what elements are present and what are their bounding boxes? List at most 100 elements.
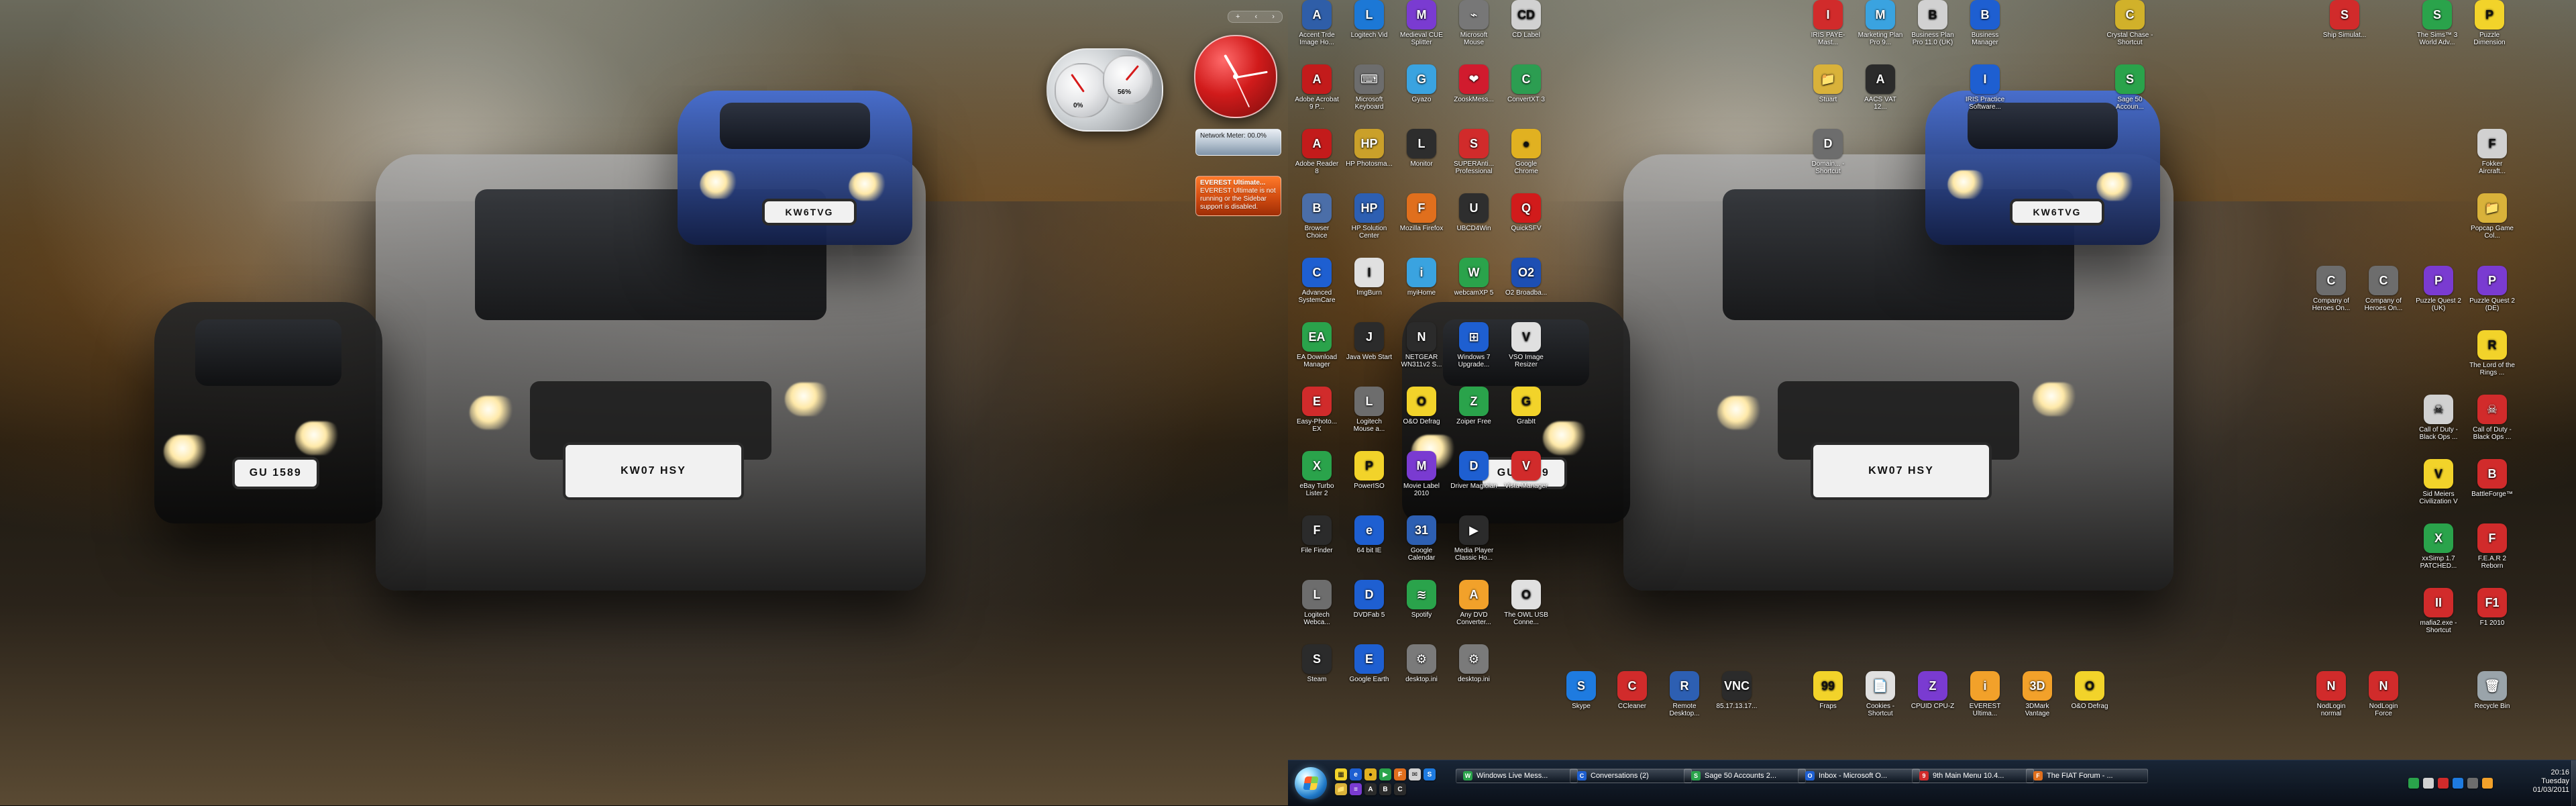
any-dvd-converter-icon[interactable]: A Any DVD Converter... (1450, 580, 1497, 626)
tray-usb-icon[interactable] (2467, 778, 2478, 789)
ubcd4win-icon[interactable]: U UBCD4Win (1450, 193, 1497, 232)
business-plan-pro-icon[interactable]: B Business Plan Pro 11.0 (UK) (1909, 0, 1956, 46)
myihome-icon[interactable]: i myiHome (1398, 258, 1445, 297)
everest-gadget[interactable]: EVEREST Ultimate... EVEREST Ultimate is … (1195, 176, 1281, 216)
recycle-bin-icon[interactable]: 🗑 Recycle Bin (2469, 671, 2516, 710)
ql-media-icon[interactable]: ▶ (1379, 768, 1391, 780)
aacs-vat-icon[interactable]: A AACS VAT 12... (1857, 64, 1904, 111)
desktop-ini-icon-2[interactable]: ⚙ desktop.ini (1450, 644, 1497, 683)
f1-2010-icon[interactable]: F1 F1 2010 (2469, 588, 2516, 627)
company-heroes-1-icon[interactable]: C Company of Heroes On... (2308, 266, 2355, 312)
sidebar-add-gadget-button[interactable]: + (1236, 13, 1240, 21)
zoiper-free-icon[interactable]: Z Zoiper Free (1450, 387, 1497, 425)
cpuid-cpuz-icon[interactable]: Z CPUID CPU-Z (1909, 671, 1956, 710)
task-sage-50[interactable]: S Sage 50 Accounts 2... (1684, 768, 1806, 783)
business-manager-icon[interactable]: B Business Manager (1962, 0, 2008, 46)
media-player-classic-icon[interactable]: ▶ Media Player Classic Ho... (1450, 515, 1497, 562)
ql-mail-icon[interactable]: ✉ (1409, 768, 1421, 780)
xsimp-icon[interactable]: XxxSimp 1.7 PATCHED... (2415, 523, 2462, 570)
puzzle-quest2-de-icon[interactable]: P Puzzle Quest 2 (DE) (2469, 266, 2516, 312)
puzzle-dimension-icon[interactable]: P Puzzle Dimension (2466, 0, 2513, 46)
stuart-folder-icon[interactable]: 📁 Stuart (1805, 64, 1851, 103)
odefrag-2-icon[interactable]: O O&O Defrag (2066, 671, 2113, 710)
gyazo-icon[interactable]: G Gyazo (1398, 64, 1445, 103)
ie64-icon[interactable]: e 64 bit IE (1346, 515, 1393, 554)
nodlogin-normal-icon[interactable]: N NodLogin normal (2308, 671, 2355, 717)
cd-label-icon[interactable]: CD CD Label (1503, 0, 1550, 39)
odefrag-icon[interactable]: O O&O Defrag (1398, 387, 1445, 425)
task-conversations[interactable]: C Conversations (2) (1570, 768, 1692, 783)
desktop-ini-icon-1[interactable]: ⚙ desktop.ini (1398, 644, 1445, 683)
logitech-mouse-icon[interactable]: L Logitech Mouse a... (1346, 387, 1393, 433)
ql-firefox-icon[interactable]: F (1394, 768, 1406, 780)
ql-chrome-icon[interactable]: ● (1364, 768, 1377, 780)
spotify-icon[interactable]: ≋ Spotify (1398, 580, 1445, 619)
the-sims3-icon[interactable]: S The Sims™ 3 World Adv... (2414, 0, 2461, 46)
sage-50-icon[interactable]: S Sage 50 Accoun... (2106, 64, 2153, 111)
tray-volume-icon[interactable] (2423, 778, 2434, 789)
battleforge-icon[interactable]: B BattleForge™ (2469, 459, 2516, 498)
google-calendar-icon[interactable]: 31 Google Calendar (1398, 515, 1445, 562)
java-web-start-icon[interactable]: J Java Web Start (1346, 322, 1393, 361)
lenovo-monitor-icon[interactable]: L Monitor (1398, 129, 1445, 168)
3dmark-icon[interactable]: 3D 3DMark Vantage (2014, 671, 2061, 717)
company-heroes-2-icon[interactable]: C Company of Heroes On... (2360, 266, 2407, 312)
hp-photosmart-icon[interactable]: HP HP Photosma... (1346, 129, 1393, 168)
ql-ie-icon[interactable]: e (1350, 768, 1362, 780)
superantispyware-icon[interactable]: S SUPERAnti... Professional (1450, 129, 1497, 175)
steam-icon[interactable]: S Steam (1293, 644, 1340, 683)
quicksfv-icon[interactable]: Q QuickSFV (1503, 193, 1550, 232)
taskbar-clock[interactable]: 20:16 Tuesday 01/03/2011 (2508, 768, 2569, 795)
grabit-icon[interactable]: G GrabIt (1503, 387, 1550, 425)
ebay-turbo-lister-icon[interactable]: XeBay Turbo Lister 2 (1293, 451, 1340, 497)
marketing-plan-pro-icon[interactable]: M Marketing Plan Pro 9... (1857, 0, 1904, 46)
accent-image-icon[interactable]: A Accent Trde Image Ho... (1293, 0, 1340, 46)
crystal-chase-icon[interactable]: C Crystal Chase - Shortcut (2106, 0, 2153, 46)
ql-app2-icon[interactable]: B (1379, 783, 1391, 795)
logitech-vid-icon[interactable]: L Logitech Vid (1346, 0, 1393, 39)
lord-rings-icon[interactable]: R The Lord of the Rings ... (2469, 330, 2516, 376)
task-inbox-outlook[interactable]: O Inbox - Microsoft O... (1798, 768, 1920, 783)
ql-explorer-icon[interactable]: ▦ (1335, 768, 1347, 780)
fraps-icon[interactable]: 99 Fraps (1805, 671, 1851, 710)
google-earth-icon[interactable]: E Google Earth (1346, 644, 1393, 683)
ea-download-manager-icon[interactable]: EA EA Download Manager (1293, 322, 1340, 368)
ql-notes-icon[interactable]: ≡ (1350, 783, 1362, 795)
sid-meiers-icon[interactable]: V Sid Meiers Civilization V (2415, 459, 2462, 505)
tray-security-icon[interactable] (2438, 778, 2449, 789)
zooskmess-icon[interactable]: ❤ ZooskMess... (1450, 64, 1497, 103)
logitech-webcam-icon[interactable]: L Logitech Webca... (1293, 580, 1340, 626)
nodlogin-force-icon[interactable]: N NodLogin Force (2360, 671, 2407, 717)
driver-magician-icon[interactable]: D Driver Magician (1450, 451, 1497, 490)
task-fiat-forum[interactable]: F The FIAT Forum - ... (2026, 768, 2148, 783)
adobe-acrobat-icon[interactable]: A Adobe Acrobat 9 P... (1293, 64, 1340, 111)
start-button[interactable] (1295, 767, 1327, 799)
ql-app-icon[interactable]: A (1364, 783, 1377, 795)
mafia-shortcut-icon[interactable]: II mafia2.exe - Shortcut (2415, 588, 2462, 634)
cpu-meter-gadget[interactable]: 0% 56% (1046, 48, 1163, 132)
mozilla-firefox-icon[interactable]: F Mozilla Firefox (1398, 193, 1445, 232)
o2-broadband-icon[interactable]: O2 O2 Broadba... (1503, 258, 1550, 297)
clock-gadget[interactable] (1194, 35, 1277, 118)
vso-image-resizer-icon[interactable]: V VSO Image Resizer (1503, 322, 1550, 368)
ql-folder-icon[interactable]: 📁 (1335, 783, 1347, 795)
domain-shortcut-icon[interactable]: D Domain... - Shortcut (1805, 129, 1851, 175)
sidebar-next-button[interactable]: › (1272, 13, 1275, 21)
fear-reborn-icon[interactable]: F F.E.A.R 2 Reborn (2469, 523, 2516, 570)
show-desktop-button[interactable] (2571, 760, 2576, 806)
iris-practice-icon[interactable]: I IRIS Practice Software... (1962, 64, 2008, 111)
hp-solution-center-icon[interactable]: HP HP Solution Center (1346, 193, 1393, 240)
easy-photo-icon[interactable]: E Easy-Photo... EX (1293, 387, 1340, 433)
tray-skype-icon[interactable] (2453, 778, 2463, 789)
microsoft-keyboard-icon[interactable]: ⌨ Microsoft Keyboard (1346, 64, 1393, 111)
cod-black-ops-1-icon[interactable]: ☠ Call of Duty - Black Ops ... (2415, 395, 2462, 441)
webcamxp-icon[interactable]: WwebcamXP 5 (1450, 258, 1497, 297)
vista-manager-icon[interactable]: V Vista Manager (1503, 451, 1550, 490)
tray-network-icon[interactable] (2408, 778, 2419, 789)
imgburn-icon[interactable]: I ImgBurn (1346, 258, 1393, 297)
fokker-aircraft-icon[interactable]: F Fokker Aircraft... (2469, 129, 2516, 175)
ccleaner-icon[interactable]: C CCleaner (1609, 671, 1656, 710)
movie-label-icon[interactable]: M Movie Label 2010 (1398, 451, 1445, 497)
google-chrome-icon[interactable]: ● Google Chrome (1503, 129, 1550, 175)
poweriso-icon[interactable]: P PowerISO (1346, 451, 1393, 490)
